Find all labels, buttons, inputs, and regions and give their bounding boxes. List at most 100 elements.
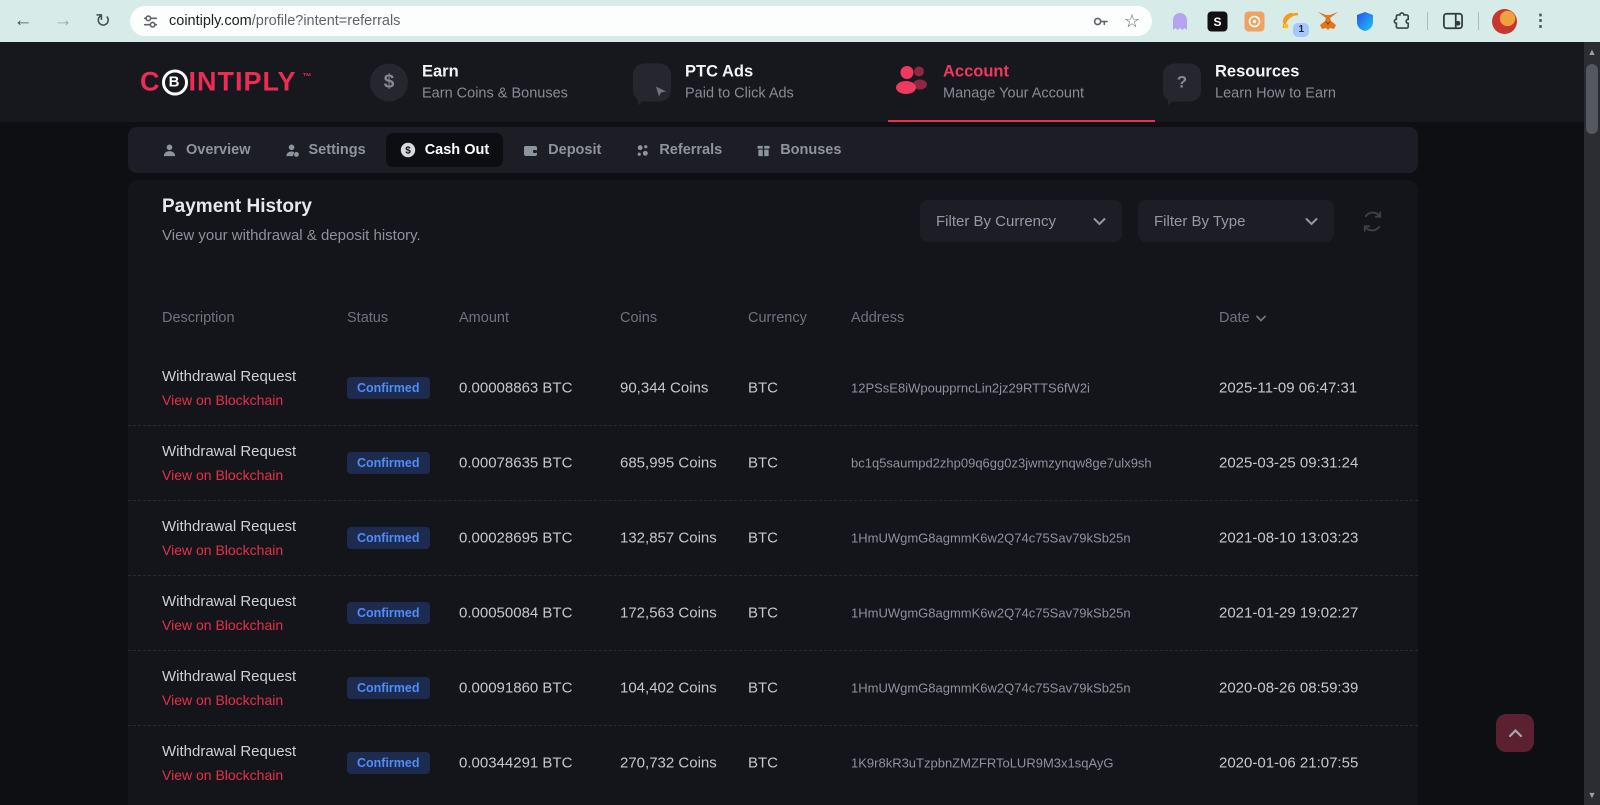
- row-amount: 0.00008863 BTC: [459, 379, 572, 396]
- view-on-blockchain-link[interactable]: View on Blockchain: [162, 767, 296, 783]
- scroll-to-top-button[interactable]: [1496, 714, 1534, 752]
- active-nav-underline: [888, 120, 1155, 122]
- page-scrollbar[interactable]: ▲ ▼: [1584, 42, 1600, 805]
- tab-settings[interactable]: Settings: [271, 133, 380, 167]
- password-key-icon[interactable]: [1091, 12, 1110, 31]
- site-settings-icon[interactable]: [142, 13, 159, 30]
- row-currency: BTC: [748, 680, 778, 697]
- column-header-amount: Amount: [459, 310, 509, 326]
- nav-item-ptc-ads[interactable]: PTC Ads Paid to Click Ads: [633, 63, 794, 102]
- table-row: Withdrawal Request View on Blockchain Co…: [128, 350, 1418, 425]
- nav-item-resources[interactable]: ? Resources Learn How to Earn: [1163, 63, 1336, 102]
- row-coins: 172,563 Coins: [620, 605, 717, 622]
- tab-cash-out[interactable]: $ Cash Out: [386, 133, 503, 167]
- orange-target-extension-icon[interactable]: [1242, 9, 1266, 33]
- ghost-extension-icon[interactable]: [1168, 9, 1192, 33]
- row-date: 2021-08-10 13:03:23: [1219, 530, 1358, 547]
- table-row: Withdrawal Request View on Blockchain Co…: [128, 425, 1418, 500]
- logo-text-c: C: [140, 67, 161, 98]
- status-badge: Confirmed: [347, 677, 430, 699]
- cursor-bubble-icon: [633, 63, 671, 101]
- scrollbar-thumb[interactable]: [1586, 64, 1598, 134]
- metamask-fox-icon[interactable]: [1316, 9, 1340, 33]
- row-currency: BTC: [748, 755, 778, 772]
- row-coins: 132,857 Coins: [620, 530, 717, 547]
- row-description: Withdrawal Request: [162, 668, 296, 685]
- tab-deposit[interactable]: Deposit: [509, 133, 615, 167]
- question-bubble-icon: ?: [1163, 63, 1201, 101]
- refresh-icon[interactable]: [1361, 210, 1384, 238]
- row-date: 2025-03-25 09:31:24: [1219, 455, 1358, 472]
- bookmark-star-icon[interactable]: ☆: [1124, 11, 1140, 32]
- payment-history-card: Payment History View your withdrawal & d…: [128, 180, 1418, 805]
- view-on-blockchain-link[interactable]: View on Blockchain: [162, 392, 296, 408]
- column-header-status: Status: [347, 310, 388, 326]
- profile-avatar[interactable]: [1492, 9, 1517, 34]
- side-panel-search-icon[interactable]: [1441, 9, 1465, 33]
- page-title: Payment History: [162, 196, 312, 218]
- logo-text-rest: INTIPLY: [189, 67, 297, 98]
- column-header-address: Address: [851, 310, 904, 326]
- tab-deposit-label: Deposit: [548, 142, 601, 158]
- view-on-blockchain-link[interactable]: View on Blockchain: [162, 467, 296, 483]
- status-badge: Confirmed: [347, 452, 430, 474]
- tab-bonuses-label: Bonuses: [780, 142, 841, 158]
- row-address: bc1q5saumpd2zhp09q6gg0z3jwmzynqw8ge7ulx9…: [851, 456, 1152, 471]
- row-description: Withdrawal Request: [162, 593, 296, 610]
- tab-cash-out-label: Cash Out: [425, 142, 489, 158]
- row-coins: 685,995 Coins: [620, 455, 717, 472]
- site-header: CBINTIPLY ™ $ Earn Earn Coins & Bonuses …: [0, 42, 1600, 122]
- view-on-blockchain-link[interactable]: View on Blockchain: [162, 542, 296, 558]
- row-description: Withdrawal Request: [162, 368, 296, 385]
- view-on-blockchain-link[interactable]: View on Blockchain: [162, 617, 296, 633]
- view-on-blockchain-link[interactable]: View on Blockchain: [162, 692, 296, 708]
- dark-s-extension-icon[interactable]: S: [1205, 9, 1229, 33]
- extensions-puzzle-icon[interactable]: [1390, 9, 1414, 33]
- account-tabbar: Overview Settings $ Cash Out Deposit Ref…: [128, 127, 1418, 173]
- dollar-icon: $: [370, 63, 408, 101]
- nav-ptc-subtitle: Paid to Click Ads: [685, 86, 794, 102]
- browser-forward-button[interactable]: →: [46, 4, 80, 38]
- browser-reload-button[interactable]: ↻: [86, 4, 120, 38]
- extensions-row: S 1 ⋮: [1168, 9, 1559, 34]
- address-bar[interactable]: cointiply.com/profile?intent=referrals ☆: [130, 6, 1152, 36]
- row-currency: BTC: [748, 605, 778, 622]
- url-text[interactable]: cointiply.com/profile?intent=referrals: [169, 13, 1077, 29]
- browser-back-button[interactable]: ←: [6, 4, 40, 38]
- row-description: Withdrawal Request: [162, 518, 296, 535]
- tab-referrals-label: Referrals: [659, 142, 722, 158]
- browser-chrome: ← → ↻ cointiply.com/profile?intent=refer…: [0, 0, 1600, 42]
- bitcoin-coin-icon: B: [162, 69, 188, 95]
- tab-referrals[interactable]: Referrals: [621, 133, 736, 167]
- row-date: 2025-11-09 06:47:31: [1219, 379, 1357, 396]
- column-header-currency: Currency: [748, 310, 807, 326]
- nav-resources-title: Resources: [1215, 63, 1336, 82]
- browser-menu-icon[interactable]: ⋮: [1532, 11, 1549, 31]
- chevron-down-icon: [1093, 217, 1106, 226]
- row-date: 2021-01-29 19:02:27: [1219, 605, 1358, 622]
- filter-by-type-select[interactable]: Filter By Type: [1138, 200, 1334, 242]
- toolbar-separator: [1427, 12, 1428, 30]
- row-amount: 0.00050084 BTC: [459, 605, 572, 622]
- sort-chevron-icon: [1256, 315, 1266, 322]
- cointiply-logo[interactable]: CBINTIPLY ™: [140, 67, 313, 98]
- status-badge: Confirmed: [347, 377, 430, 399]
- filter-by-currency-select[interactable]: Filter By Currency: [920, 200, 1122, 242]
- nav-earn-subtitle: Earn Coins & Bonuses: [422, 86, 568, 102]
- tab-overview[interactable]: Overview: [148, 133, 265, 167]
- row-address: 12PSsE8iWpoupprncLin2jz29RTTS6fW2i: [851, 380, 1090, 395]
- shield-extension-icon[interactable]: [1353, 9, 1377, 33]
- nav-earn-title: Earn: [422, 63, 568, 82]
- scrollbar-down-arrow[interactable]: ▼: [1584, 787, 1600, 803]
- column-header-description: Description: [162, 310, 235, 326]
- nav-item-account[interactable]: Account Manage Your Account: [893, 63, 1084, 102]
- tab-overview-label: Overview: [186, 142, 251, 158]
- payment-table-body: Withdrawal Request View on Blockchain Co…: [128, 350, 1418, 800]
- rss-extension-icon[interactable]: 1: [1279, 9, 1303, 33]
- toolbar-separator: [1478, 12, 1479, 30]
- column-header-date[interactable]: Date: [1219, 310, 1266, 326]
- row-currency: BTC: [748, 379, 778, 396]
- nav-item-earn[interactable]: $ Earn Earn Coins & Bonuses: [370, 63, 568, 102]
- tab-bonuses[interactable]: Bonuses: [742, 133, 855, 167]
- scrollbar-up-arrow[interactable]: ▲: [1584, 44, 1600, 60]
